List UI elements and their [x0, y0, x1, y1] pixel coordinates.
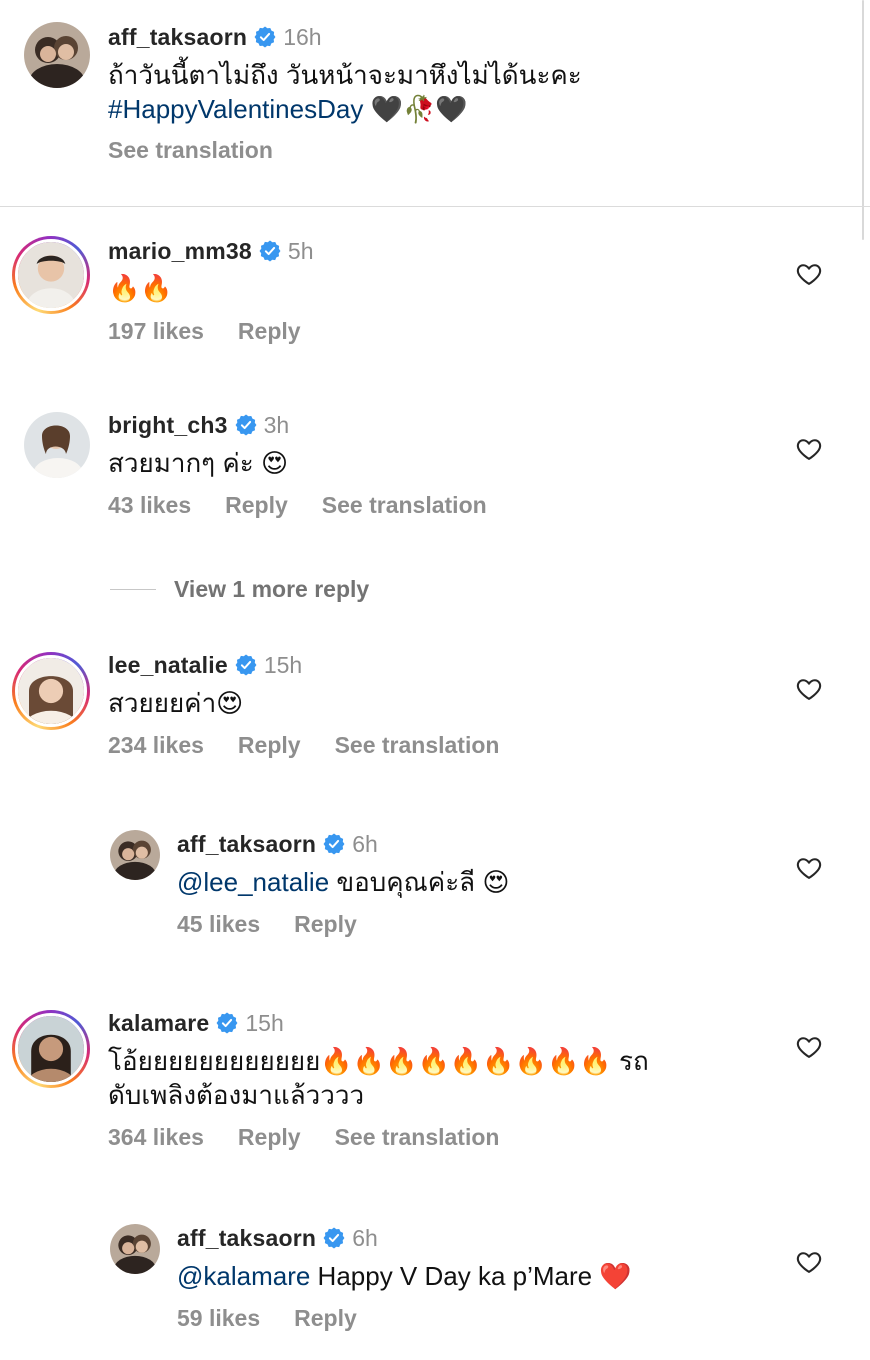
heart-outline-icon[interactable]	[795, 675, 823, 703]
reply-button[interactable]: Reply	[225, 492, 288, 519]
see-translation-link[interactable]: See translation	[335, 1124, 500, 1151]
timestamp: 15h	[263, 651, 303, 678]
caption-text: ถ้าวันนี้ตาไม่ถึง วันหน้าจะมาหึงไม่ได้นะ…	[108, 60, 582, 125]
avatar[interactable]	[110, 830, 160, 880]
comment: bright_ch3 3h สวยมากๆ ค่ะ 😍 43 likes Rep…	[108, 410, 768, 519]
comment-text: 🔥🔥	[108, 274, 173, 304]
reply-button[interactable]: Reply	[294, 911, 357, 938]
heart-outline-icon[interactable]	[795, 435, 823, 463]
timestamp: 6h	[352, 830, 378, 857]
reply: aff_taksaorn 6h @lee_natalie ขอบคุณค่ะลี…	[177, 829, 777, 938]
likes-count[interactable]: 43 likes	[108, 492, 191, 519]
heart-outline-icon[interactable]	[795, 854, 823, 882]
verified-badge-icon	[323, 1227, 345, 1249]
heart-outline-icon[interactable]	[795, 1033, 823, 1061]
username[interactable]: kalamare	[108, 1010, 209, 1037]
comment: lee_natalie 15h สวยยยค่า😍 234 likes Repl…	[108, 650, 768, 759]
avatar[interactable]	[110, 1224, 160, 1274]
heart-outline-icon[interactable]	[795, 1248, 823, 1276]
scrollbar[interactable]	[862, 0, 864, 240]
see-translation-link[interactable]: See translation	[335, 732, 500, 759]
comment: mario_mm38 5h 🔥🔥 197 likes Reply	[108, 236, 768, 345]
comment-text: สวยยยค่า😍	[108, 688, 244, 718]
username[interactable]: bright_ch3	[108, 412, 228, 439]
verified-badge-icon	[254, 26, 276, 48]
timestamp: 15h	[245, 1009, 284, 1036]
comment-text: สวยมากๆ ค่ะ 😍	[108, 448, 289, 478]
verified-badge-icon	[259, 240, 281, 262]
timestamp: 6h	[352, 1224, 378, 1251]
likes-count[interactable]: 197 likes	[108, 318, 204, 345]
username[interactable]: lee_natalie	[108, 652, 228, 679]
verified-badge-icon	[235, 414, 257, 436]
hashtag-link[interactable]: #HappyValentinesDay	[108, 94, 363, 124]
verified-badge-icon	[323, 833, 345, 855]
likes-count[interactable]: 364 likes	[108, 1124, 204, 1151]
likes-count[interactable]: 234 likes	[108, 732, 204, 759]
avatar[interactable]	[24, 412, 90, 478]
caption: aff_taksaorn 16h ถ้าวันนี้ตาไม่ถึง วันหน…	[108, 22, 808, 164]
avatar[interactable]	[12, 1010, 90, 1088]
mention-link[interactable]: @lee_natalie	[177, 867, 329, 897]
reply-text: @kalamare Happy V Day ka p’Mare ❤️	[177, 1261, 632, 1291]
verified-badge-icon	[235, 654, 257, 676]
reply-button[interactable]: Reply	[238, 732, 301, 759]
comment: kalamare 15h โอ้ยยยยยยยยยยยย🔥🔥🔥🔥🔥🔥🔥🔥🔥 รถ…	[108, 1008, 788, 1151]
username[interactable]: aff_taksaorn	[177, 831, 316, 858]
see-translation-link[interactable]: See translation	[322, 492, 487, 519]
reply-thread-line	[110, 589, 156, 590]
username[interactable]: aff_taksaorn	[177, 1225, 316, 1252]
reply: aff_taksaorn 6h @kalamare Happy V Day ka…	[177, 1223, 777, 1332]
divider	[0, 206, 870, 207]
avatar[interactable]	[12, 236, 90, 314]
reply-text: @lee_natalie ขอบคุณค่ะลี 😍	[177, 867, 510, 897]
view-more-replies[interactable]: View 1 more reply	[110, 576, 369, 603]
see-translation-link[interactable]: See translation	[108, 137, 273, 164]
timestamp: 16h	[283, 23, 322, 50]
username[interactable]: aff_taksaorn	[108, 24, 247, 51]
reply-button[interactable]: Reply	[238, 1124, 301, 1151]
avatar[interactable]	[12, 652, 90, 730]
likes-count[interactable]: 45 likes	[177, 911, 260, 938]
avatar[interactable]	[24, 22, 90, 88]
reply-button[interactable]: Reply	[238, 318, 301, 345]
comment-text: โอ้ยยยยยยยยยยยย🔥🔥🔥🔥🔥🔥🔥🔥🔥 รถ ดับเพลิงต้อง…	[108, 1046, 649, 1110]
timestamp: 5h	[287, 237, 314, 264]
heart-outline-icon[interactable]	[795, 260, 823, 288]
timestamp: 3h	[263, 411, 290, 438]
verified-badge-icon	[216, 1012, 238, 1034]
reply-button[interactable]: Reply	[294, 1305, 357, 1332]
mention-link[interactable]: @kalamare	[177, 1261, 310, 1291]
username[interactable]: mario_mm38	[108, 238, 252, 265]
likes-count[interactable]: 59 likes	[177, 1305, 260, 1332]
